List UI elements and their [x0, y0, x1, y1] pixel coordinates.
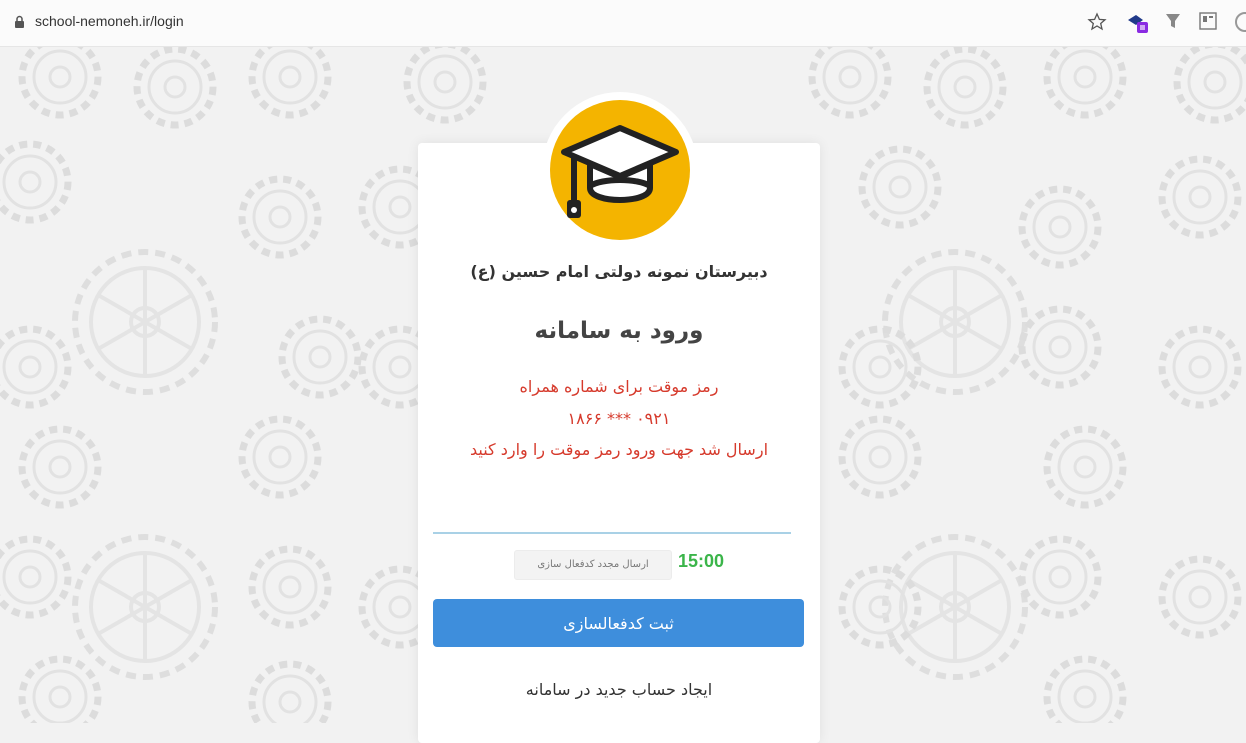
temp-password-message-line3: ارسال شد جهت ورود رمز موقت را وارد کنید — [469, 440, 769, 459]
lock-icon — [15, 15, 24, 28]
activation-code-input[interactable] — [433, 490, 791, 534]
masked-phone-number: ۰۹۲۱ *** ۱۸۶۶ — [567, 409, 671, 428]
countdown-timer: 15:00 — [678, 551, 725, 571]
create-account-link[interactable]: ایجاد حساب جدید در سامانه — [418, 680, 820, 699]
extension-icon[interactable] — [1126, 12, 1150, 34]
profile-icon[interactable] — [1233, 12, 1246, 32]
logo-badge — [542, 92, 698, 248]
resend-code-button[interactable]: ارسال مجدد کدفعال سازی — [514, 550, 672, 580]
address-bar[interactable]: school-nemoneh.ir/login — [0, 0, 1246, 47]
temp-password-message-line1: رمز موقت برای شماره همراه — [519, 377, 719, 396]
graduation-cap-icon — [561, 125, 679, 218]
filter-icon[interactable] — [1165, 12, 1181, 30]
submit-activation-button[interactable]: ثبت کدفعالسازی — [433, 599, 804, 647]
url-text[interactable]: school-nemoneh.ir/login — [35, 13, 184, 29]
page-title: ورود به سامانه — [534, 318, 704, 344]
star-icon[interactable] — [1087, 12, 1107, 32]
school-name: دبیرستان نمونه دولتی امام حسین (ع) — [470, 262, 768, 281]
reader-icon[interactable] — [1199, 12, 1217, 30]
logo-circle — [550, 100, 690, 240]
